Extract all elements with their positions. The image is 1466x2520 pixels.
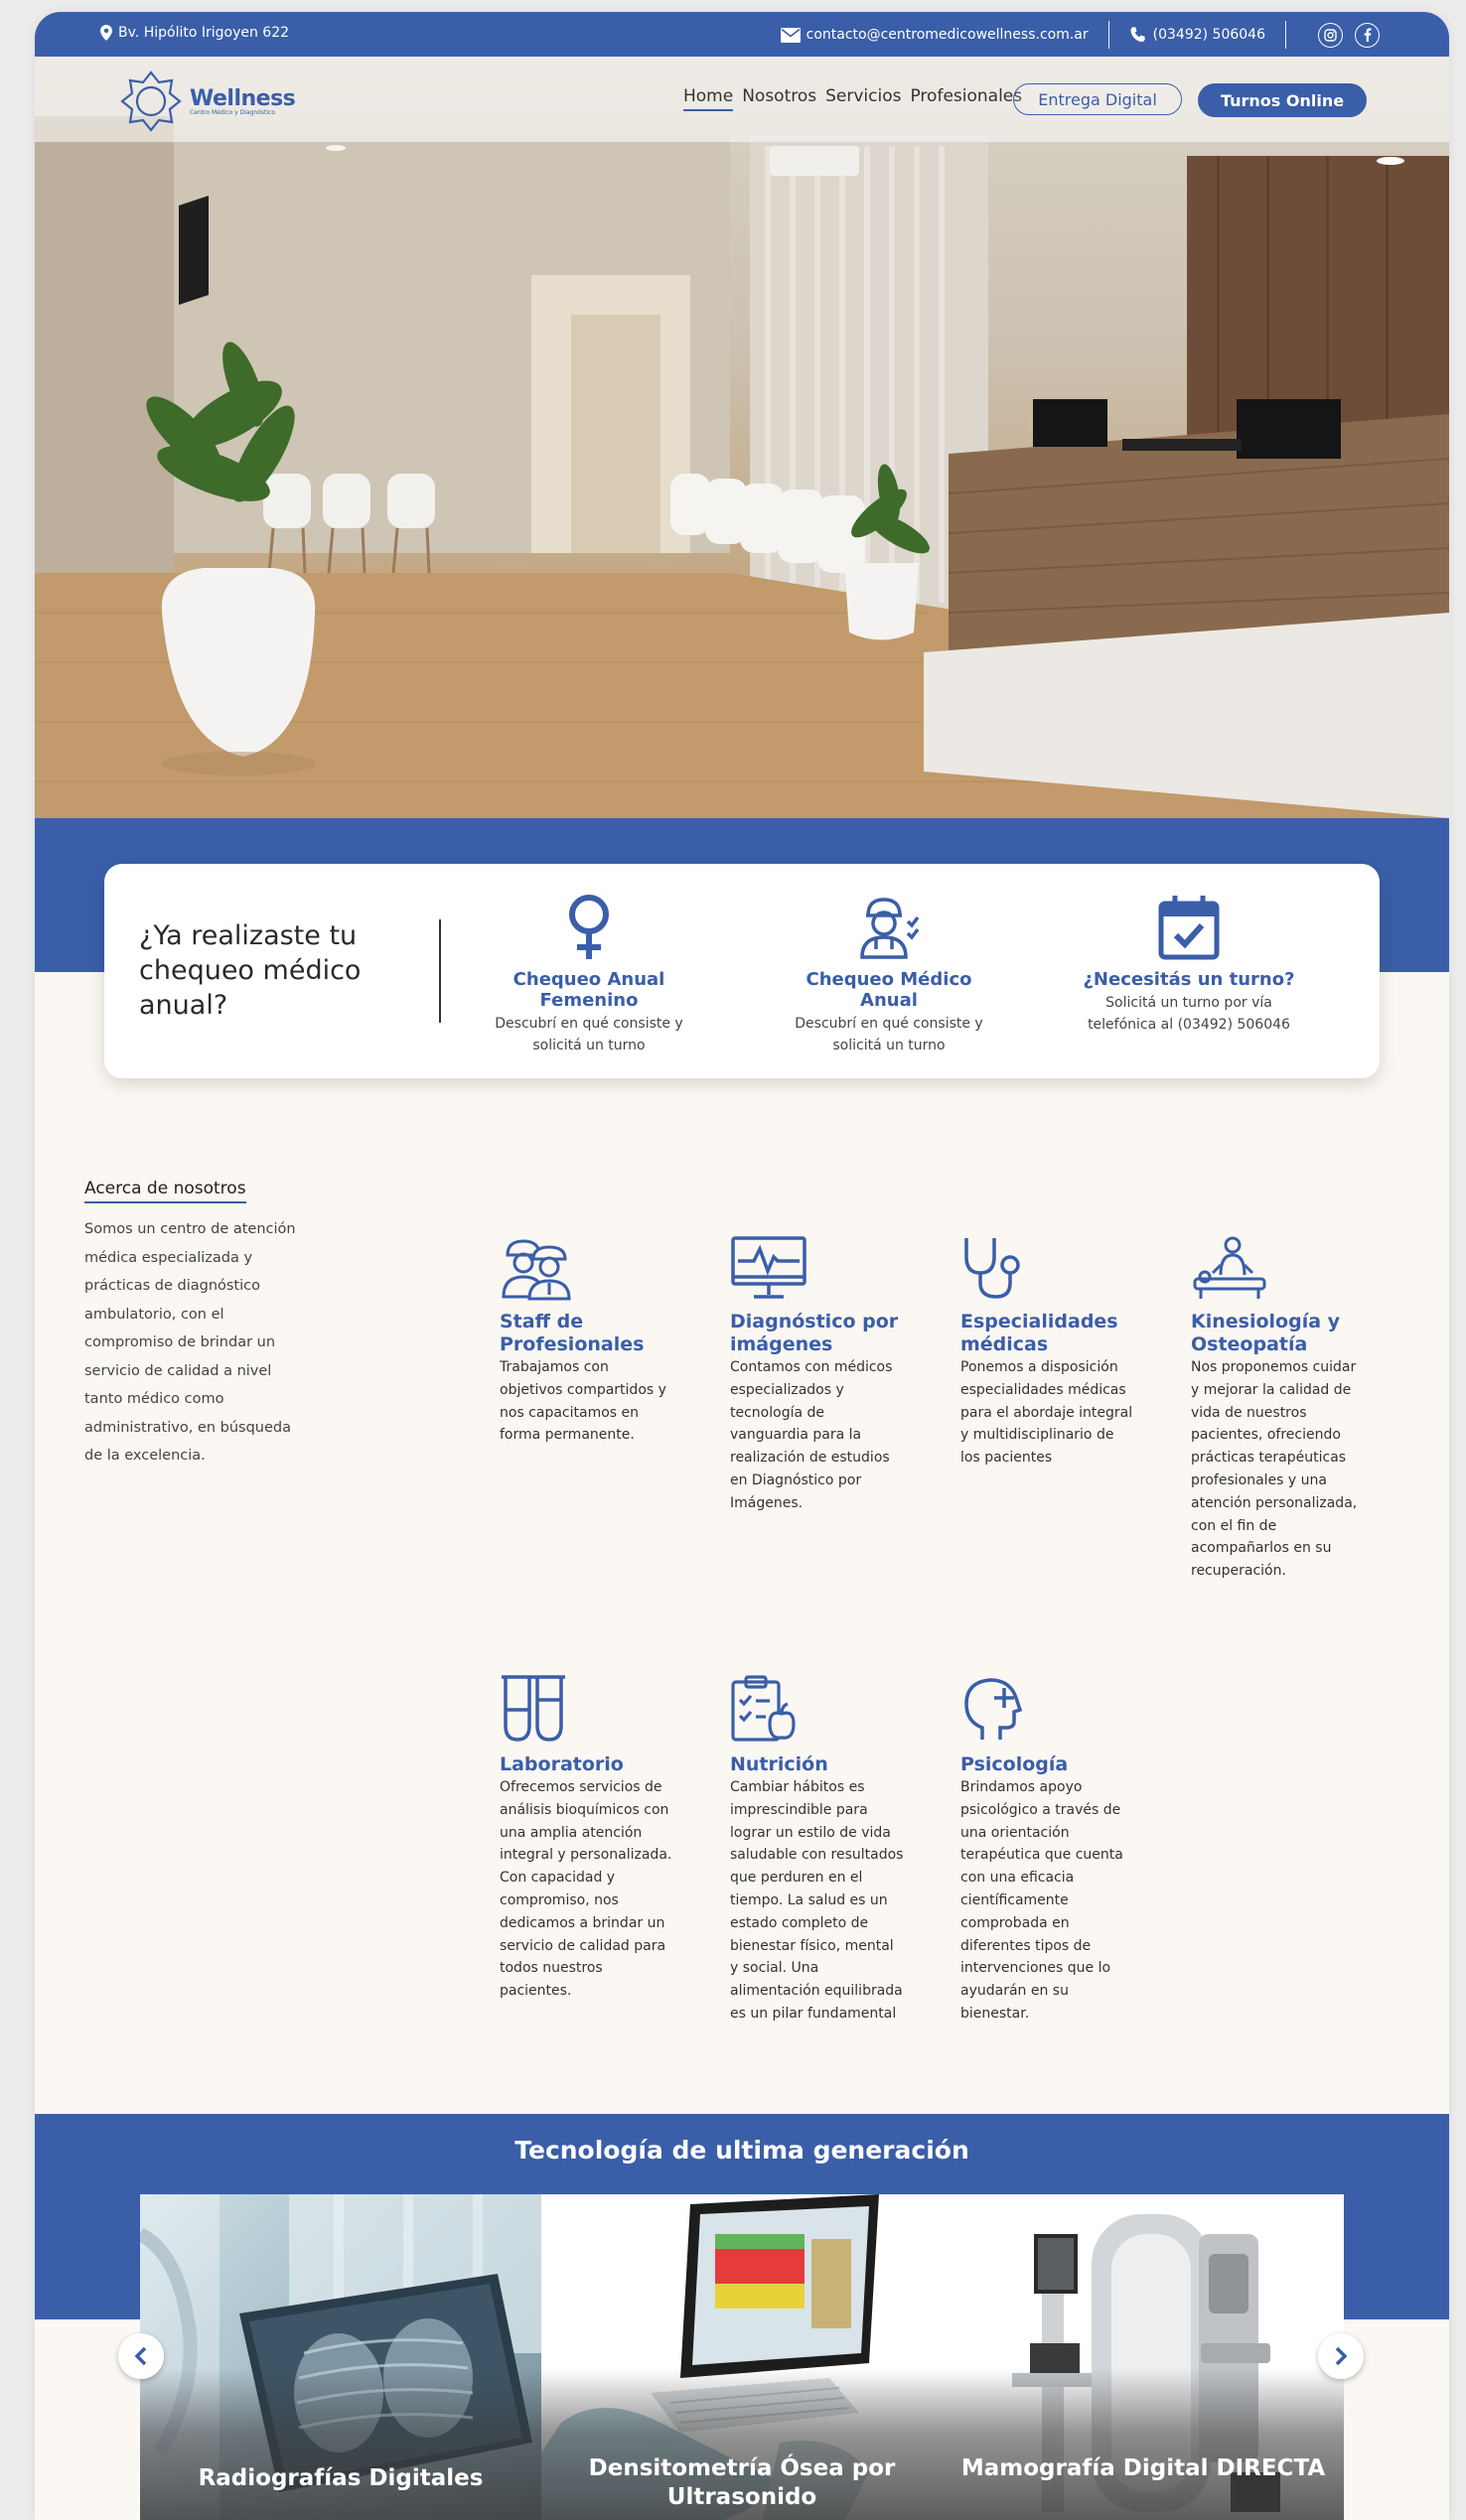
location-pin-icon [100, 25, 112, 41]
service-title: Staff de Profesionales [500, 1311, 645, 1355]
head-plus-icon [964, 1678, 1023, 1740]
navbar: Wellness Centro Médico y Diagnóstico Hom… [35, 57, 1449, 142]
service-title: Laboratorio [500, 1753, 624, 1775]
slide-caption: Densitometría Ósea por Ultrasonido [588, 2455, 896, 2510]
clipboard-apple-icon [731, 1675, 796, 1742]
page: Bv. Hipólito Irigoyen 622 contacto@centr… [35, 12, 1449, 2520]
massage-icon [1193, 1236, 1266, 1299]
female-symbol-icon [569, 895, 609, 959]
doctor-icon [860, 898, 920, 959]
address: Bv. Hipólito Irigoyen 622 [100, 25, 289, 41]
test-tubes-icon [502, 1675, 565, 1742]
tech-title: Tecnología de ultima generación [514, 2136, 969, 2165]
monitor-pulse-icon [731, 1236, 806, 1299]
caption-overlay [943, 2368, 1344, 2520]
instagram-icon [1324, 28, 1337, 42]
about-heading: Acerca de nosotros [84, 1179, 246, 1203]
divider [1107, 21, 1109, 49]
email-link[interactable]: contacto@centromedicowellness.com.ar [780, 27, 1089, 43]
checkup-title: ¿Ya realizaste tu chequeo médico anual? [139, 920, 362, 1021]
email-text: contacto@centromedicowellness.com.ar [806, 27, 1089, 43]
feature-desc: Descubrí en qué consiste y solicitá un t… [495, 1016, 683, 1053]
service-staff[interactable]: Staff de Profesionales Trabajamos con ob… [500, 1229, 673, 1447]
service-kinesiologia[interactable]: Kinesiología y Osteopatía Nos proponemos… [1191, 1229, 1365, 1583]
feature-chequeo-femenino[interactable]: Chequeo Anual Femenino Descubrí en qué c… [475, 894, 703, 1056]
clinic-reception-illustration [35, 116, 1449, 818]
service-title: Psicología [960, 1753, 1069, 1775]
phone-icon [1130, 27, 1145, 43]
slide-caption: Radiografías Digitales [198, 2465, 484, 2491]
calendar-check-icon [1158, 896, 1220, 960]
carousel-prev-button[interactable] [118, 2333, 164, 2379]
slide-densitometria[interactable]: Densitometría Ósea por Ultrasonido [541, 2194, 943, 2520]
service-desc: Brindamos apoyo psicológico a través de … [960, 1779, 1123, 2022]
logo-mark-icon [120, 70, 182, 132]
service-psicologia[interactable]: Psicología Brindamos apoyo psicológico a… [960, 1672, 1134, 2026]
slide-caption: Mamografía Digital DIRECTA [960, 2455, 1326, 2481]
service-diagnostico[interactable]: Diagnóstico por imágenes Contamos con mé… [730, 1229, 904, 1515]
stethoscope-icon [964, 1238, 1020, 1299]
nav-home[interactable]: Home [683, 86, 734, 111]
feature-title: Chequeo Médico Anual [806, 969, 972, 1011]
service-desc: Ponemos a disposición especialidades méd… [960, 1359, 1133, 1467]
logo[interactable]: Wellness Centro Médico y Diagnóstico [118, 69, 296, 134]
nav-nosotros[interactable]: Nosotros [742, 86, 816, 111]
feature-title: Chequeo Anual Femenino [513, 969, 665, 1011]
facebook-icon [1364, 28, 1372, 42]
nav-servicios[interactable]: Servicios [825, 86, 901, 111]
staff-icon [502, 1239, 571, 1301]
main-nav: Home Nosotros Servicios Profesionales [683, 86, 1022, 111]
instagram-link[interactable] [1318, 22, 1343, 48]
tech-carousel: Radiografías Digitales Densitometría Óse… [140, 2194, 1344, 2520]
service-nutricion[interactable]: Nutrición Cambiar hábitos es imprescindi… [730, 1672, 904, 2026]
feature-title: ¿Necesitás un turno? [1083, 969, 1295, 990]
service-title: Especialidades médicas [960, 1311, 1118, 1355]
service-title: Nutrición [730, 1753, 828, 1775]
about-text: Somos un centro de atención médica espec… [84, 1221, 296, 1464]
service-desc: Nos proponemos cuidar y mejorar la calid… [1191, 1359, 1358, 1580]
hero-image: Wellness Centro Médico y Diagnóstico Hom… [35, 57, 1449, 818]
turnos-online-button[interactable]: Turnos Online [1198, 83, 1367, 117]
divider [1285, 21, 1286, 49]
phone-link[interactable]: (03492) 506046 [1129, 26, 1265, 44]
feature-chequeo-anual[interactable]: Chequeo Médico Anual Descubrí en qué con… [775, 894, 1003, 1056]
address-text: Bv. Hipólito Irigoyen 622 [118, 25, 290, 41]
phone-text: (03492) 506046 [1152, 27, 1265, 43]
feature-desc: Descubrí en qué consiste y solicitá un t… [795, 1016, 983, 1053]
carousel-next-button[interactable] [1318, 2333, 1364, 2379]
divider [439, 919, 441, 1023]
feature-necesitas-turno[interactable]: ¿Necesitás un turno? Solicitá un turno p… [1075, 894, 1303, 1036]
slide-radiografias[interactable]: Radiografías Digitales [140, 2194, 541, 2520]
service-title: Diagnóstico por imágenes [730, 1311, 899, 1355]
logo-name: Wellness [190, 86, 296, 111]
mail-icon [780, 27, 801, 43]
feature-desc: Solicitá un turno por vía telefónica al … [1088, 995, 1290, 1033]
nav-profesionales[interactable]: Profesionales [910, 86, 1022, 111]
caption-overlay [140, 2368, 541, 2520]
service-desc: Trabajamos con objetivos compartidos y n… [500, 1359, 666, 1444]
service-title: Kinesiología y Osteopatía [1191, 1311, 1341, 1355]
service-desc: Contamos con médicos especializados y te… [730, 1359, 893, 1511]
entrega-digital-button[interactable]: Entrega Digital [1013, 83, 1182, 115]
chevron-left-icon [134, 2346, 147, 2366]
service-desc: Cambiar hábitos es imprescindible para l… [730, 1779, 904, 2022]
service-laboratorio[interactable]: Laboratorio Ofrecemos servicios de análi… [500, 1672, 673, 2003]
facebook-link[interactable] [1355, 22, 1380, 48]
service-especialidades[interactable]: Especialidades médicas Ponemos a disposi… [960, 1229, 1134, 1470]
top-bar: Bv. Hipólito Irigoyen 622 contacto@centr… [35, 12, 1449, 57]
chevron-right-icon [1335, 2346, 1348, 2366]
service-desc: Ofrecemos servicios de análisis bioquími… [500, 1779, 672, 2000]
checkup-card: ¿Ya realizaste tu chequeo médico anual? … [104, 864, 1380, 1078]
slide-mamografia[interactable]: Mamografía Digital DIRECTA [943, 2194, 1344, 2520]
